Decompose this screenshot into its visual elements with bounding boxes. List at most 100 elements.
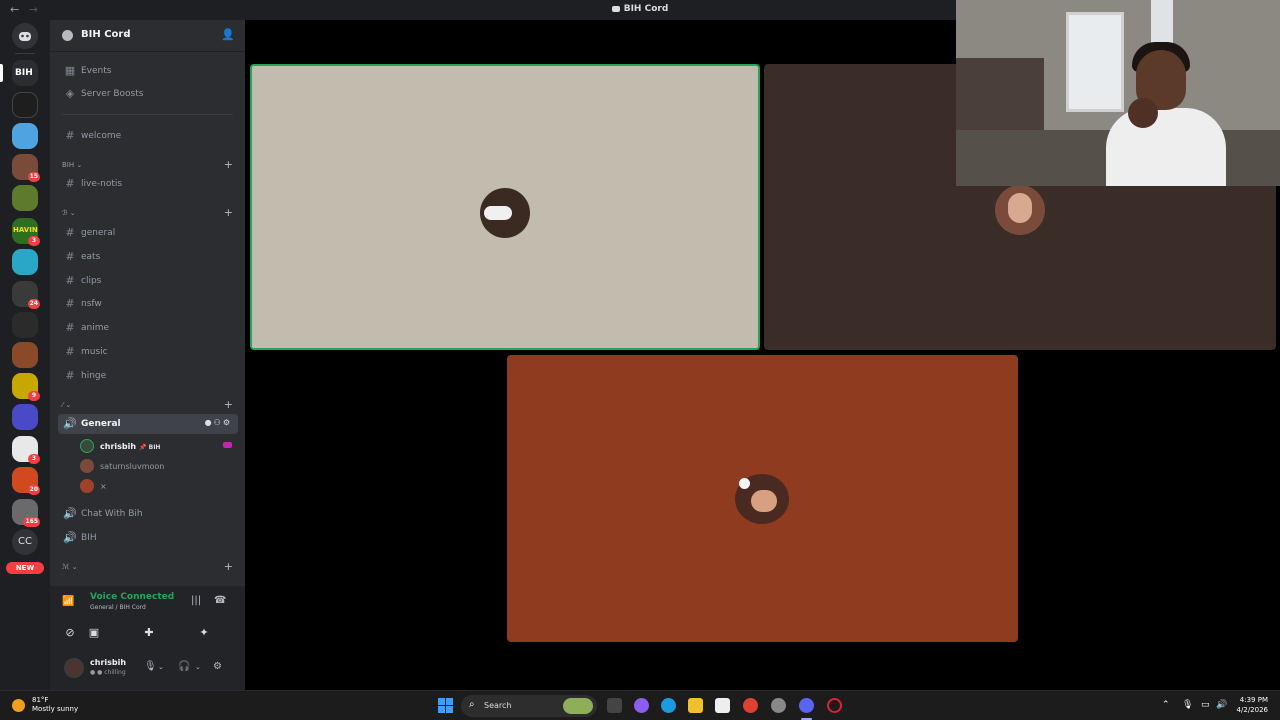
chrome-icon[interactable] xyxy=(743,698,758,713)
server-icon[interactable]: 9 xyxy=(12,373,40,401)
voice-user-label: chrisbih xyxy=(100,442,137,451)
signal-icon[interactable]: 📶 xyxy=(62,596,74,607)
window-blinds xyxy=(1066,12,1124,112)
avatar xyxy=(80,459,94,473)
task-view-icon[interactable] xyxy=(607,698,622,713)
server-icon[interactable] xyxy=(12,123,38,149)
channel-clips[interactable]: # clips xyxy=(58,271,238,291)
server-icon[interactable] xyxy=(12,312,38,338)
system-clock[interactable]: 4:39 PM 4/2/2026 xyxy=(1230,695,1268,715)
screen-share-button[interactable]: ▣ xyxy=(74,622,114,644)
channel-tools[interactable]: ●⚇⚙ xyxy=(205,418,232,427)
gear-icon[interactable]: ⚙ xyxy=(223,418,232,427)
voice-channel-chat-with-bih[interactable]: 🔊 Chat With Bih xyxy=(58,504,238,524)
weather-sun-icon[interactable] xyxy=(12,699,25,712)
invite-icon[interactable]: ⚇ xyxy=(214,418,223,427)
voice-channel-bih[interactable]: 🔊 BIH xyxy=(58,528,238,548)
disconnect-icon[interactable]: ☎ xyxy=(214,595,226,606)
network-icon[interactable]: ▭ xyxy=(1201,700,1210,710)
chevron-up-icon[interactable]: ⌃ xyxy=(1162,700,1170,710)
gear-icon[interactable]: ⚙ xyxy=(213,661,222,672)
server-icon[interactable]: 24 xyxy=(12,281,40,309)
search-highlight-icon xyxy=(563,698,593,714)
live-indicator-icon xyxy=(223,442,232,448)
headphones-icon[interactable]: 🎧 xyxy=(178,661,190,672)
hash-icon: # xyxy=(65,177,75,190)
copilot-icon[interactable] xyxy=(634,698,649,713)
clock-date: 4/2/2026 xyxy=(1236,706,1268,714)
webcam-overlay xyxy=(956,0,1280,186)
category-bih[interactable]: BIH ⌄ xyxy=(62,161,82,169)
avatar[interactable] xyxy=(64,658,84,678)
voice-user-tag: 📌 BIH xyxy=(139,444,161,451)
participant-avatar xyxy=(735,474,789,524)
server-icon[interactable] xyxy=(12,92,38,118)
app-icon[interactable] xyxy=(771,698,786,713)
chevron-down-icon[interactable]: ⌄ xyxy=(195,663,201,671)
channel-label: live-notis xyxy=(81,179,123,189)
server-havin[interactable]: HAVIN 3 xyxy=(12,218,40,246)
channel-music[interactable]: # music xyxy=(58,342,238,362)
voice-connected-subtitle[interactable]: General / BIH Cord xyxy=(90,604,146,611)
server-icon[interactable] xyxy=(12,404,38,430)
add-channel-icon[interactable]: + xyxy=(224,398,233,411)
server-icon[interactable]: 20 xyxy=(12,467,40,495)
opera-icon[interactable] xyxy=(827,698,842,713)
chevron-down-icon[interactable]: ⌄ xyxy=(158,663,164,671)
server-bih[interactable]: BIH xyxy=(12,60,38,86)
channel-eats[interactable]: # eats xyxy=(58,247,238,267)
server-icon[interactable] xyxy=(12,185,38,211)
user-name[interactable]: chrisbih xyxy=(90,658,126,667)
channel-label: welcome xyxy=(81,131,122,141)
channel-general[interactable]: # general xyxy=(58,223,238,243)
guild-header[interactable]: BIH Cord ⌄ 👤 xyxy=(50,20,245,52)
channel-hinge[interactable]: # hinge xyxy=(58,366,238,386)
edge-icon[interactable] xyxy=(661,698,676,713)
notification-badge: 9 xyxy=(28,391,40,401)
server-list: BIH 15 HAVIN 3 24 9 3 20 165 CC NEW xyxy=(0,20,50,690)
category[interactable]: ℬ ⌄ xyxy=(62,209,76,217)
file-explorer-icon[interactable] xyxy=(688,698,703,713)
notification-badge: 20 xyxy=(27,485,40,495)
channel-nsfw[interactable]: # nsfw xyxy=(58,294,238,314)
microphone-icon[interactable]: 🎙 xyxy=(1182,700,1193,710)
participant-tile-speaking[interactable] xyxy=(250,64,760,350)
speaker-icon: 🔊 xyxy=(63,531,77,544)
server-icon[interactable] xyxy=(12,249,38,275)
volume-icon[interactable]: 🔊 xyxy=(1216,700,1227,710)
channel-label: Events xyxy=(81,66,112,76)
noise-suppression-icon[interactable]: ||| xyxy=(191,595,201,606)
notification-badge: 15 xyxy=(27,172,40,182)
discord-icon xyxy=(611,5,620,12)
activities-button[interactable]: ✚ xyxy=(129,622,169,644)
chat-icon[interactable]: ● xyxy=(205,418,214,427)
discord-taskbar-icon[interactable] xyxy=(799,698,814,713)
weather-widget[interactable]: 81°F Mostly sunny xyxy=(32,696,78,714)
channel-welcome[interactable]: # welcome xyxy=(58,126,238,146)
channel-label: General xyxy=(81,419,121,429)
store-icon[interactable] xyxy=(715,698,730,713)
add-channel-icon[interactable]: + xyxy=(224,560,233,573)
server-icon[interactable] xyxy=(12,342,38,368)
server-icon[interactable]: 165 xyxy=(12,499,40,527)
voice-channel-general[interactable]: 🔊 General ●⚇⚙ xyxy=(58,414,238,434)
direct-messages-icon[interactable] xyxy=(12,23,38,49)
voice-user-name: × xyxy=(100,482,107,491)
channel-live-notis[interactable]: # live-notis xyxy=(58,174,238,194)
microphone-icon[interactable]: 🎙 xyxy=(144,661,157,672)
category[interactable]: ℳ ⌄ xyxy=(62,563,78,571)
channel-events[interactable]: ▦ Events xyxy=(58,61,238,81)
server-icon[interactable]: 3 xyxy=(12,436,40,464)
taskbar-search[interactable]: ⌕ Search xyxy=(461,695,597,717)
add-channel-icon[interactable]: + xyxy=(224,158,233,171)
server-icon[interactable]: 15 xyxy=(12,154,40,182)
channel-anime[interactable]: # anime xyxy=(58,318,238,338)
category[interactable]: ⁄ ⌄ xyxy=(62,401,71,409)
invite-people-icon[interactable]: 👤 xyxy=(221,28,235,41)
soundboard-button[interactable]: ✦ xyxy=(184,622,224,644)
participant-tile[interactable] xyxy=(507,355,1018,642)
windows-start-icon[interactable] xyxy=(438,698,453,713)
add-channel-icon[interactable]: + xyxy=(224,206,233,219)
channel-server-boosts[interactable]: ◈ Server Boosts xyxy=(58,84,238,104)
server-cc[interactable]: CC xyxy=(12,529,38,555)
